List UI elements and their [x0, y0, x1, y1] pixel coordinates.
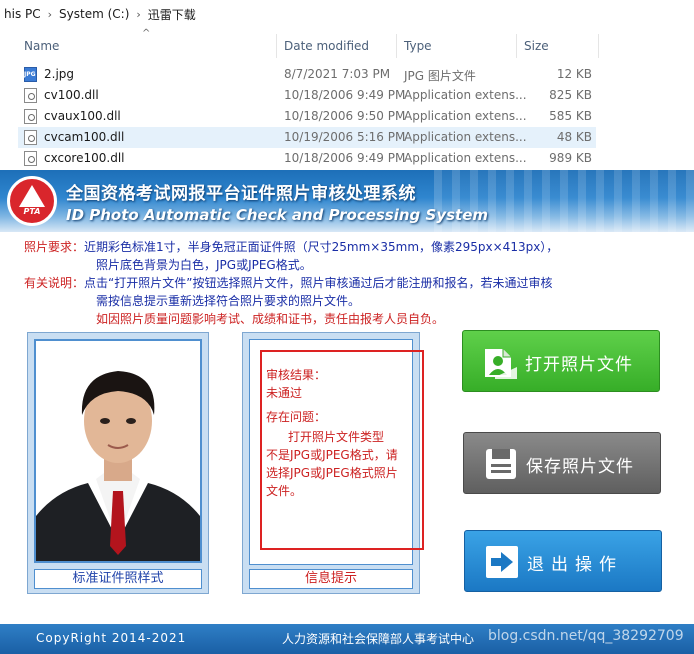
file-date: 8/7/2021 7:03 PM: [284, 67, 391, 81]
file-name: cvcam100.dll: [44, 130, 125, 144]
column-divider[interactable]: [276, 34, 277, 58]
notes-label: 有关说明：: [24, 276, 85, 290]
chevron-right-icon[interactable]: ›: [133, 8, 143, 21]
requirements-text: 近期彩色标准1寸，半身免冠正面证件照（尺寸25mm×35mm，像素295px×4…: [84, 240, 559, 254]
file-size: 585 KB: [549, 109, 592, 123]
open-photo-label: 打开照片文件: [525, 355, 633, 375]
file-type: Application extens...: [404, 130, 527, 144]
exit-arrow-icon: [486, 546, 518, 578]
file-name: cvaux100.dll: [44, 109, 121, 123]
requirements-label: 照片要求：: [24, 240, 85, 254]
organization-text: 人力资源和社会保障部人事考试中心: [282, 632, 475, 646]
logo-text: PTA: [23, 207, 41, 216]
file-type: Application extens...: [404, 151, 527, 165]
chevron-right-icon[interactable]: ›: [45, 8, 55, 21]
column-header-date[interactable]: Date modified: [284, 39, 369, 53]
info-highlight-box: 审核结果： 未通过 存在问题： 打开照片文件类型 不是JPG或JPEG格式，请 …: [260, 350, 424, 550]
app-title-cn: 全国资格考试网报平台证件照片审核处理系统: [66, 184, 416, 204]
exit-label: 退出操作: [527, 555, 623, 575]
file-row[interactable]: cvaux100.dll 10/18/2006 9:50 PM Applicat…: [18, 106, 596, 127]
app-footer: CopyRight 2014-2021 人力资源和社会保障部人事考试中心 blo…: [0, 624, 694, 654]
open-photo-icon: [485, 349, 517, 379]
notes-warning: 如因照片质量问题影响考试、成绩和证书，责任由报考人员自负。: [96, 312, 445, 326]
notes-text: 需按信息提示重新选择符合照片要求的照片文件。: [96, 294, 361, 308]
file-date: 10/18/2006 9:50 PM: [284, 109, 406, 123]
requirements-line-1: 照片要求：近期彩色标准1寸，半身免冠正面证件照（尺寸25mm×35mm，像素29…: [24, 238, 558, 255]
breadcrumb-this-pc[interactable]: his PC: [0, 7, 45, 21]
column-divider[interactable]: [396, 34, 397, 58]
file-type: Application extens...: [404, 109, 527, 123]
screen: his PC › System (C:) › 迅雷下载 ^ Name Date …: [0, 0, 694, 654]
file-date: 10/19/2006 5:16 PM: [284, 130, 406, 144]
requirements-text: 照片底色背景为白色，JPG或JPEG格式。: [96, 258, 312, 272]
column-divider[interactable]: [516, 34, 517, 58]
problem-text: 不是JPG或JPEG格式，请: [266, 448, 398, 462]
app-title-en: ID Photo Automatic Check and Processing …: [66, 206, 488, 224]
column-header-type[interactable]: Type: [404, 39, 432, 53]
logo-triangle: [19, 185, 45, 207]
file-row-selected[interactable]: cvcam100.dll 10/19/2006 5:16 PM Applicat…: [18, 127, 596, 148]
notes-line-3: 如因照片质量问题影响考试、成绩和证书，责任由报考人员自负。: [96, 310, 444, 327]
copyright-text: CopyRight 2014-2021: [36, 631, 187, 645]
column-header-size[interactable]: Size: [524, 39, 549, 53]
file-name: 2.jpg: [44, 67, 75, 81]
breadcrumb-system-c[interactable]: System (C:): [55, 7, 133, 21]
file-date: 10/18/2006 9:49 PM: [284, 88, 406, 102]
file-row[interactable]: 2.jpg 8/7/2021 7:03 PM JPG 图片文件 12 KB: [18, 64, 596, 85]
jpg-file-icon: [24, 67, 37, 82]
result-label: 审核结果：: [266, 368, 327, 382]
result-value: 未通过: [266, 386, 303, 400]
portrait-image: [36, 341, 200, 561]
problem-label: 存在问题：: [266, 410, 327, 424]
notes-text: 点击“打开照片文件”按钮选择照片文件，照片审核通过后才能注册和报名，若未通过审核: [84, 276, 553, 290]
file-name: cxcore100.dll: [44, 151, 125, 165]
info-panel: 审核结果： 未通过 存在问题： 打开照片文件类型 不是JPG或JPEG格式，请 …: [242, 332, 424, 594]
file-size: 989 KB: [549, 151, 592, 165]
breadcrumb: his PC › System (C:) › 迅雷下载: [0, 0, 694, 28]
dll-file-icon: [24, 109, 37, 124]
info-content: 审核结果： 未通过 存在问题： 打开照片文件类型 不是JPG或JPEG格式，请 …: [249, 339, 424, 565]
file-name: cv100.dll: [44, 88, 99, 102]
notes-line-1: 有关说明：点击“打开照片文件”按钮选择照片文件，照片审核通过后才能注册和报名，若…: [24, 274, 552, 291]
problem-text: 选择JPG或JPEG格式照片: [266, 466, 398, 480]
save-photo-label: 保存照片文件: [526, 457, 634, 477]
info-caption: 信息提示: [249, 569, 413, 589]
column-header-name[interactable]: Name: [24, 39, 59, 53]
file-size: 48 KB: [556, 130, 592, 144]
file-type: Application extens...: [404, 88, 527, 102]
dll-file-icon: [24, 88, 37, 103]
file-size: 12 KB: [556, 67, 592, 81]
save-icon: [486, 449, 516, 479]
file-type: JPG 图片文件: [404, 69, 476, 83]
save-photo-button[interactable]: 保存照片文件: [463, 432, 661, 494]
pta-logo-icon: PTA: [7, 176, 57, 226]
problem-text: 文件。: [266, 484, 303, 498]
app-banner: PTA 全国资格考试网报平台证件照片审核处理系统 ID Photo Automa…: [0, 170, 694, 232]
sample-photo-panel: 标准证件照样式: [27, 332, 209, 594]
exit-button[interactable]: 退出操作: [464, 530, 662, 592]
sample-photo-caption: 标准证件照样式: [34, 569, 202, 589]
file-date: 10/18/2006 9:49 PM: [284, 151, 406, 165]
open-photo-button[interactable]: 打开照片文件: [462, 330, 660, 392]
file-row[interactable]: cxcore100.dll 10/18/2006 9:49 PM Applica…: [18, 148, 596, 169]
dll-file-icon: [24, 130, 37, 145]
watermark-text: blog.csdn.net/qq_38292709: [488, 628, 684, 644]
notes-line-2: 需按信息提示重新选择符合照片要求的照片文件。: [96, 292, 360, 309]
column-divider[interactable]: [598, 34, 599, 58]
breadcrumb-download-folder[interactable]: 迅雷下载: [144, 6, 200, 23]
requirements-line-2: 照片底色背景为白色，JPG或JPEG格式。: [96, 256, 312, 273]
column-headers: Name Date modified Type Size: [0, 34, 694, 58]
sample-id-photo: [34, 339, 202, 563]
problem-text: 打开照片文件类型: [288, 430, 385, 444]
file-row[interactable]: cv100.dll 10/18/2006 9:49 PM Application…: [18, 85, 596, 106]
dll-file-icon: [24, 151, 37, 166]
file-size: 825 KB: [549, 88, 592, 102]
